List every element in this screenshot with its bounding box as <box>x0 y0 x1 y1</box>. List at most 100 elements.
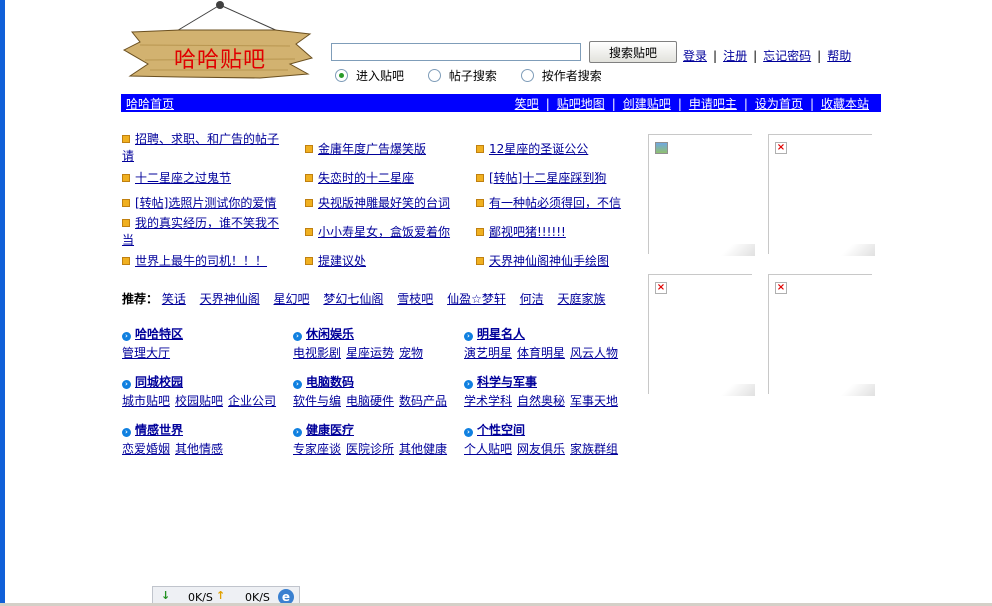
notice-link[interactable]: 有一种帖必须得回，不信 <box>489 196 621 210</box>
category-title[interactable]: 哈哈特区 <box>135 327 183 341</box>
category-sub-link[interactable]: 专家座谈 <box>293 442 341 456</box>
notice-item: 金庸年度广告爆笑版 <box>305 141 426 158</box>
nav-link-create[interactable]: 创建贴吧 <box>623 97 671 111</box>
category-sub-link[interactable]: 医院诊所 <box>346 442 394 456</box>
search-input[interactable] <box>331 43 581 61</box>
arrow-circle-icon: › <box>122 332 131 341</box>
notice-item: 世界上最牛的司机！！！ <box>122 253 290 270</box>
ad-image-box[interactable] <box>648 134 755 256</box>
main-nav-bar: 哈哈首页 笑吧 | 贴吧地图 | 创建贴吧 | 申请吧主 | 设为首页 | 收藏本站 <box>121 94 881 112</box>
login-link[interactable]: 登录 <box>683 49 707 63</box>
category-sub-link[interactable]: 宠物 <box>399 346 423 360</box>
recommend-link[interactable]: 梦幻七仙阁 <box>323 292 383 306</box>
notice-item: [转帖]十二星座踩到狗 <box>476 170 606 187</box>
ad-image-box[interactable]: × <box>768 134 875 256</box>
image-loading-icon <box>655 142 668 154</box>
category-title[interactable]: 电脑数码 <box>306 375 354 389</box>
bullet-icon <box>305 257 313 265</box>
radio-button-selected[interactable] <box>335 69 348 82</box>
radio-button[interactable] <box>520 69 534 82</box>
radio-post-search[interactable]: 帖子搜索 <box>427 67 497 84</box>
help-link[interactable]: 帮助 <box>827 49 851 63</box>
category-sub-link[interactable]: 自然奥秘 <box>517 394 565 408</box>
notice-link[interactable]: 世界上最牛的司机！！！ <box>135 254 267 268</box>
notice-link[interactable]: 失恋时的十二星座 <box>318 171 414 185</box>
recommend-link[interactable]: 仙盈☆梦轩 <box>447 292 506 306</box>
category-sub-link[interactable]: 管理大厅 <box>122 346 170 360</box>
arrow-circle-icon: › <box>293 380 302 389</box>
recommend-label: 推荐： <box>122 292 159 306</box>
nav-home-link[interactable]: 哈哈首页 <box>126 95 174 112</box>
category-title[interactable]: 科学与军事 <box>477 375 537 389</box>
category-sub-link[interactable]: 企业公司 <box>228 394 276 408</box>
notice-link[interactable]: 12星座的圣诞公公 <box>489 142 588 156</box>
category-block: › 情感世界 恋爱婚姻 其他情感 <box>122 421 228 457</box>
category-sub-link[interactable]: 其他健康 <box>399 442 447 456</box>
category-sub-link[interactable]: 个人贴吧 <box>464 442 512 456</box>
ad-image-box[interactable]: × <box>768 274 875 396</box>
category-title[interactable]: 同城校园 <box>135 375 183 389</box>
category-sub-link[interactable]: 数码产品 <box>399 394 447 408</box>
notice-item: 天界神仙阁神仙手绘图 <box>476 253 609 270</box>
category-sub-link[interactable]: 校园贴吧 <box>175 394 223 408</box>
category-title[interactable]: 健康医疗 <box>306 423 354 437</box>
forgot-password-link[interactable]: 忘记密码 <box>763 49 811 63</box>
nav-link-map[interactable]: 贴吧地图 <box>557 97 605 111</box>
category-sub-link[interactable]: 学术学科 <box>464 394 512 408</box>
category-sub-link[interactable]: 城市贴吧 <box>122 394 170 408</box>
radio-author-search[interactable]: 按作者搜索 <box>520 67 602 84</box>
ad-image-box[interactable]: × <box>648 274 755 396</box>
category-title[interactable]: 情感世界 <box>135 423 183 437</box>
notice-item: 失恋时的十二星座 <box>305 170 414 187</box>
notice-link[interactable]: 十二星座之过鬼节 <box>135 171 231 185</box>
category-sub-link[interactable]: 风云人物 <box>570 346 618 360</box>
bullet-icon <box>305 174 313 182</box>
category-sub-link[interactable]: 软件与编 <box>293 394 341 408</box>
arrow-circle-icon: › <box>464 380 473 389</box>
category-sub-link[interactable]: 体育明星 <box>517 346 565 360</box>
notice-item: 小小寿星女，盒饭爱着你 <box>305 224 450 241</box>
notice-link[interactable]: [转帖]十二星座踩到狗 <box>489 171 606 185</box>
category-sub-link[interactable]: 电脑硬件 <box>346 394 394 408</box>
category-sub-link[interactable]: 星座运势 <box>346 346 394 360</box>
category-title[interactable]: 个性空间 <box>477 423 525 437</box>
site-logo[interactable]: 哈哈贴吧 <box>120 0 315 82</box>
notice-link[interactable]: 招聘、求职、和广告的帖子请 <box>122 132 279 163</box>
notice-item: 12星座的圣诞公公 <box>476 141 588 158</box>
recommend-link[interactable]: 笑话 <box>162 292 186 306</box>
bullet-icon <box>122 199 130 207</box>
category-sub-link[interactable]: 其他情感 <box>175 442 223 456</box>
recommend-link[interactable]: 天庭家族 <box>558 292 606 306</box>
search-button[interactable]: 搜索贴吧 <box>589 41 677 63</box>
recommend-link[interactable]: 何洁 <box>520 292 544 306</box>
bullet-icon <box>305 228 313 236</box>
recommend-link[interactable]: 雪枝吧 <box>397 292 433 306</box>
recommend-link[interactable]: 星幻吧 <box>274 292 310 306</box>
category-sub-link[interactable]: 军事天地 <box>570 394 618 408</box>
notice-link[interactable]: 金庸年度广告爆笑版 <box>318 142 426 156</box>
category-title[interactable]: 休闲娱乐 <box>306 327 354 341</box>
category-block: › 休闲娱乐 电视影剧 星座运势 宠物 <box>293 325 428 361</box>
category-title[interactable]: 明星名人 <box>477 327 525 341</box>
notice-link[interactable]: 天界神仙阁神仙手绘图 <box>489 254 609 268</box>
nav-link-apply-admin[interactable]: 申请吧主 <box>689 97 737 111</box>
category-sub-link[interactable]: 家族群组 <box>570 442 618 456</box>
nav-link-set-homepage[interactable]: 设为首页 <box>755 97 803 111</box>
nav-link-xiaoba[interactable]: 笑吧 <box>515 97 539 111</box>
notice-link[interactable]: 小小寿星女，盒饭爱着你 <box>318 225 450 239</box>
radio-button[interactable] <box>427 69 441 82</box>
nav-link-bookmark[interactable]: 收藏本站 <box>821 97 869 111</box>
category-sub-link[interactable]: 演艺明星 <box>464 346 512 360</box>
radio-enter-tieba[interactable]: 进入贴吧 <box>335 67 404 84</box>
category-sub-link[interactable]: 网友俱乐 <box>517 442 565 456</box>
category-sub-link[interactable]: 恋爱婚姻 <box>122 442 170 456</box>
register-link[interactable]: 注册 <box>723 49 747 63</box>
notice-link[interactable]: 我的真实经历，谁不笑我不当 <box>122 216 279 247</box>
notice-link[interactable]: [转帖]选照片测试你的爱情 <box>135 196 276 210</box>
notice-link[interactable]: 提建议处 <box>318 254 366 268</box>
bullet-icon <box>122 257 130 265</box>
notice-link[interactable]: 央视版神雕最好笑的台词 <box>318 196 450 210</box>
category-sub-link[interactable]: 电视影剧 <box>293 346 341 360</box>
recommend-link[interactable]: 天界神仙阁 <box>200 292 260 306</box>
notice-link[interactable]: 鄙视吧猪!!!!!! <box>489 225 566 239</box>
